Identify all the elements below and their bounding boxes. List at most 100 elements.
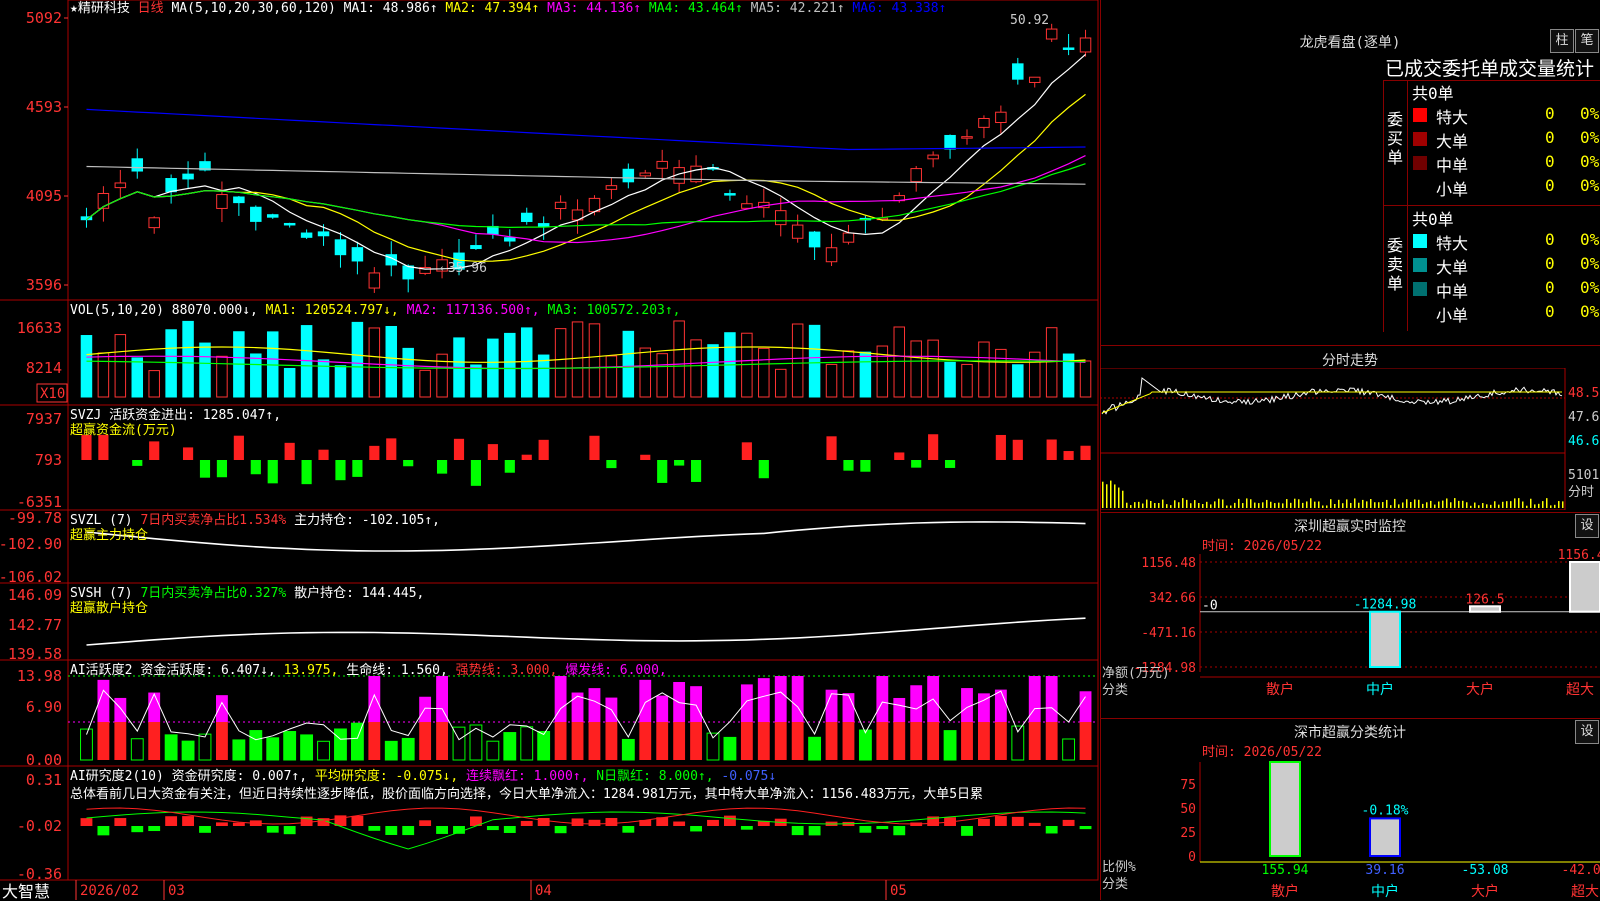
volume-bar — [656, 353, 668, 398]
intraday-chart[interactable]: 48.58 47.63 46.68 5101 分时 — [1100, 368, 1600, 510]
volume-bar — [808, 324, 821, 398]
intraday-volume-bar — [1382, 502, 1384, 508]
research-summary: 总体看前几日大资金有关注，但近日持续性逐步降低，股价面临方向选择，今日大单净流入… — [70, 786, 983, 802]
research-header-part: 连续飘红: 1.000↑, — [466, 768, 596, 784]
research-bar — [520, 820, 533, 826]
fund-flow-bar — [860, 460, 871, 472]
stock-name: 精研科技 — [78, 1, 138, 16]
sell-row-color-swatch — [1413, 306, 1427, 320]
activity-bar — [639, 722, 652, 760]
activity-bar — [791, 722, 804, 760]
ai2-header: AI活跃度2 资金活跃度: 6.407↓, 13.975, 生命线: 1.560… — [70, 662, 667, 678]
activity-bar-top — [1045, 676, 1058, 722]
intraday-volume-bar — [1410, 502, 1412, 508]
intraday-volume-bar — [1286, 499, 1288, 508]
candle-body — [724, 193, 736, 196]
activity-bar — [148, 722, 161, 760]
intraday-volume-bar — [1354, 498, 1356, 508]
activity-bar-top — [436, 676, 448, 722]
candle-body — [910, 168, 922, 183]
intraday-volume-bar — [1186, 499, 1188, 508]
intraday-volume-bar — [1398, 504, 1400, 508]
candle-body — [182, 173, 194, 180]
buy-row-pct: 0% — [1580, 128, 1600, 147]
sh-tick-label: 142.77 — [8, 616, 62, 634]
intraday-volume-bar — [1274, 503, 1276, 508]
candle-body — [1045, 28, 1058, 40]
volume-bar — [250, 353, 262, 398]
intraday-volume-bar — [1118, 487, 1120, 508]
ma-value: MA2: 47.394↑ — [445, 1, 547, 16]
price-tick-label: 3596 — [26, 276, 62, 294]
activity-bar-top — [961, 688, 973, 722]
volume-bar — [825, 363, 838, 398]
sz-class-bar — [1269, 761, 1301, 857]
ma-def: MA(5,10,20,30,60,120) — [171, 1, 343, 16]
candle-body — [825, 247, 838, 263]
bar-mode-button[interactable]: 柱 — [1550, 29, 1574, 53]
sz-monitor-chart: 时间: 2026/05/22 1156.48 342.66 -471.16 -1284.… — [1102, 539, 1600, 698]
research-bar — [182, 816, 194, 826]
activity-bar — [216, 722, 228, 760]
activity-bar — [842, 722, 855, 760]
volume-bar — [622, 330, 635, 398]
sell-side-label: 委卖单 — [1387, 236, 1404, 293]
vol-unit-label: X10 — [40, 386, 65, 402]
research-bar — [622, 826, 635, 833]
vol-tick-label: 16633 — [17, 319, 62, 337]
intraday-volume-bar — [1522, 501, 1524, 508]
intraday-volume-bar — [1358, 502, 1360, 508]
activity-bar — [537, 730, 551, 761]
research-bar — [961, 826, 973, 836]
fund-flow-bar — [657, 460, 668, 483]
activity-bar — [740, 722, 753, 760]
candle-body — [1062, 47, 1075, 50]
intraday-volume-bar — [1538, 503, 1540, 508]
price-tick-label: 5092 — [26, 9, 62, 27]
sz-monitor-value: 126.5 — [1465, 592, 1504, 607]
research-header-part: 资金研究度: 0.007↑, — [172, 768, 315, 784]
research-bar — [1062, 819, 1075, 826]
sz-class-mid-label: -0.18% — [1362, 803, 1409, 818]
intraday-mode-label: 分时 — [1568, 485, 1594, 500]
intraday-volume-bar — [1534, 504, 1536, 508]
activity-bar — [927, 722, 940, 760]
research-bar — [994, 816, 1007, 826]
intraday-volume-bar — [1194, 500, 1196, 508]
high-price-label: 50.92 — [1010, 13, 1049, 28]
research-header-part: N日飘红: 8.000↑, — [596, 768, 721, 784]
intraday-volume-bar — [1154, 503, 1156, 508]
intraday-volume-bar — [1302, 502, 1304, 508]
intraday-volume-bar — [1338, 499, 1340, 508]
activity-bar — [1062, 738, 1076, 761]
activity-bar — [723, 736, 737, 761]
activity-bar-top — [842, 693, 855, 722]
buy-row-name: 小单 — [1436, 180, 1469, 199]
fund-flow-bar — [826, 436, 837, 460]
activity-bar-top — [588, 688, 601, 722]
tick-mode-button[interactable]: 笔 — [1575, 29, 1599, 53]
intraday-volume-bar — [1474, 502, 1476, 508]
volume-bar — [995, 348, 1007, 398]
intraday-volume-bar — [1450, 502, 1452, 508]
activity-bar-top — [910, 685, 923, 722]
activity-bar — [588, 722, 601, 760]
kline-chart-area[interactable]: 5092 4593 4095 3596 50.92 ←35.96 ★精研科技 日线 MA(5… — [0, 0, 1100, 900]
activity-bar — [825, 722, 838, 760]
activity-bar — [621, 738, 635, 761]
fund-flow-bar — [250, 460, 261, 475]
research-bar — [1028, 822, 1041, 826]
candle-body — [300, 232, 313, 238]
volume-bar — [114, 334, 127, 398]
research-bar — [419, 820, 432, 826]
activity-bar-top — [419, 696, 432, 722]
research-bar — [216, 822, 228, 826]
sell-row-count: 0 — [1545, 254, 1555, 273]
intraday-volume-bar — [1506, 501, 1508, 508]
intraday-volume-bar — [1310, 498, 1312, 508]
research-bar — [707, 819, 719, 826]
intraday-volume-bar — [1562, 501, 1564, 508]
intraday-volume-bar — [1266, 499, 1268, 508]
sh-tick-label: 139.58 — [8, 645, 62, 663]
research-bar — [1045, 826, 1058, 834]
